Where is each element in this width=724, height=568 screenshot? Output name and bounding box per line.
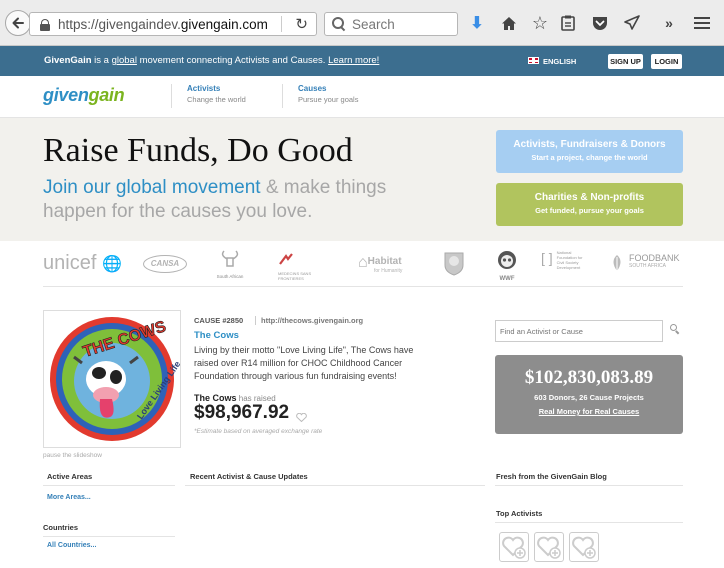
- nav-causes[interactable]: Causes Pursue your goals: [282, 84, 358, 108]
- search-bar[interactable]: Search: [324, 12, 458, 36]
- habitat-logo[interactable]: ⌂Habitat for Humanity: [358, 254, 402, 274]
- recent-updates-heading: Recent Activist & Cause Updates: [190, 472, 308, 481]
- send-arrow-icon[interactable]: [622, 13, 642, 33]
- msf-logo[interactable]: MEDECINS SANS FRONTIERES: [278, 252, 333, 281]
- hero-subtitle: Join our global movement & make things h…: [43, 177, 387, 222]
- global-link[interactable]: global: [112, 55, 137, 66]
- search-placeholder: Search: [352, 16, 395, 32]
- hero-title: Raise Funds, Do Good: [43, 132, 353, 169]
- panda-icon: [498, 251, 516, 269]
- home-icon[interactable]: [499, 13, 519, 33]
- kudu-icon: [221, 250, 239, 267]
- overflow-chevron-icon[interactable]: »: [659, 13, 679, 33]
- msf-figure-icon: [279, 253, 293, 265]
- nfcsd-logo[interactable]: [ ] National Foundation for Civil Societ…: [541, 250, 601, 270]
- lock-icon: [40, 18, 50, 31]
- pocket-icon[interactable]: [590, 13, 610, 33]
- cause-name-link[interactable]: The Cows: [194, 330, 239, 341]
- heart-plus-icon: [572, 536, 596, 559]
- search-icon[interactable]: [670, 324, 680, 334]
- all-countries-link[interactable]: All Countries...: [47, 542, 96, 549]
- cause-url-link[interactable]: http://thecows.givengain.org: [255, 316, 363, 325]
- find-activist-input[interactable]: [495, 320, 663, 342]
- featured-cause-image[interactable]: THE COWS Love Living Life: [43, 310, 182, 448]
- info-bar: GivenGain is a global movement connectin…: [0, 46, 724, 76]
- leaf-icon: [613, 255, 621, 271]
- raised-amount: $98,967.92: [194, 402, 290, 423]
- back-arrow-icon: [12, 17, 24, 29]
- menu-icon[interactable]: [692, 13, 712, 33]
- top-activist-avatar[interactable]: [499, 532, 529, 562]
- pause-slideshow-link[interactable]: pause the slideshow: [43, 452, 102, 459]
- foodbank-logo[interactable]: FOODBANK SOUTH AFRICA: [609, 253, 680, 273]
- unicef-logo[interactable]: unicef 🌐: [43, 252, 122, 275]
- top-activists-heading: Top Activists: [496, 509, 543, 518]
- signup-button[interactable]: SIGN UP: [608, 54, 643, 69]
- real-money-link[interactable]: Real Money for Real Causes: [495, 407, 683, 416]
- active-areas-heading: Active Areas: [47, 472, 93, 481]
- top-activist-avatar[interactable]: [534, 532, 564, 562]
- sanparks-logo[interactable]: South African: [213, 249, 247, 279]
- back-button[interactable]: [5, 10, 31, 36]
- givengain-logo[interactable]: givengain: [43, 85, 125, 106]
- activists-cta-button[interactable]: Activists, Fundraisers & Donors Start a …: [496, 130, 683, 173]
- cause-description: Living by their motto "Love Living Life"…: [194, 345, 414, 381]
- cansa-logo[interactable]: CANSA: [143, 255, 187, 273]
- reload-icon[interactable]: ↻: [295, 15, 308, 33]
- url-text[interactable]: https://givengaindev.givengain.com: [58, 17, 268, 32]
- info-message: GivenGain is a global movement connectin…: [44, 55, 380, 66]
- browser-toolbar: https://givengaindev.givengain.com ↻ Sea…: [0, 0, 724, 46]
- url-bar[interactable]: https://givengaindev.givengain.com ↻: [29, 12, 317, 36]
- top-activist-avatar[interactable]: [569, 532, 599, 562]
- heart-plus-icon: [502, 536, 526, 559]
- partner-logos: unicef 🌐 CANSA South African MEDECINS SA…: [43, 245, 683, 287]
- uk-flag-icon: [528, 57, 539, 64]
- donor-project-counts: 603 Donors, 26 Cause Projects: [534, 393, 644, 402]
- cause-number: CAUSE #2850: [194, 316, 244, 325]
- total-raised-amount: $102,830,083.89: [524, 367, 654, 388]
- salvation-army-logo[interactable]: [443, 250, 465, 276]
- hero-section: Raise Funds, Do Good Join our global mov…: [0, 118, 724, 241]
- estimate-note: *Estimate based on averaged exchange rat…: [194, 428, 323, 435]
- wwf-logo[interactable]: WWF: [495, 249, 519, 282]
- search-icon: [332, 17, 346, 31]
- site-header: givengain Activists Change the world Cau…: [0, 76, 724, 118]
- bookmark-star-icon[interactable]: ☆: [530, 13, 550, 33]
- clipboard-icon[interactable]: [558, 13, 578, 33]
- heart-icon: [296, 409, 307, 423]
- language-selector[interactable]: ENGLISH: [543, 57, 576, 66]
- nav-activists[interactable]: Activists Change the world: [171, 84, 246, 108]
- learn-more-link[interactable]: Learn more!: [328, 55, 379, 66]
- blog-heading: Fresh from the GivenGain Blog: [496, 472, 607, 481]
- more-areas-link[interactable]: More Areas...: [47, 494, 91, 501]
- download-icon[interactable]: ⬇: [467, 13, 487, 33]
- countries-heading: Countries: [43, 523, 79, 532]
- total-raised-panel: $102,830,083.89 603 Donors, 26 Cause Pro…: [495, 355, 683, 434]
- login-button[interactable]: LOGIN: [651, 54, 682, 69]
- heart-plus-icon: [537, 536, 561, 559]
- charities-cta-button[interactable]: Charities & Non-profits Get funded, purs…: [496, 183, 683, 226]
